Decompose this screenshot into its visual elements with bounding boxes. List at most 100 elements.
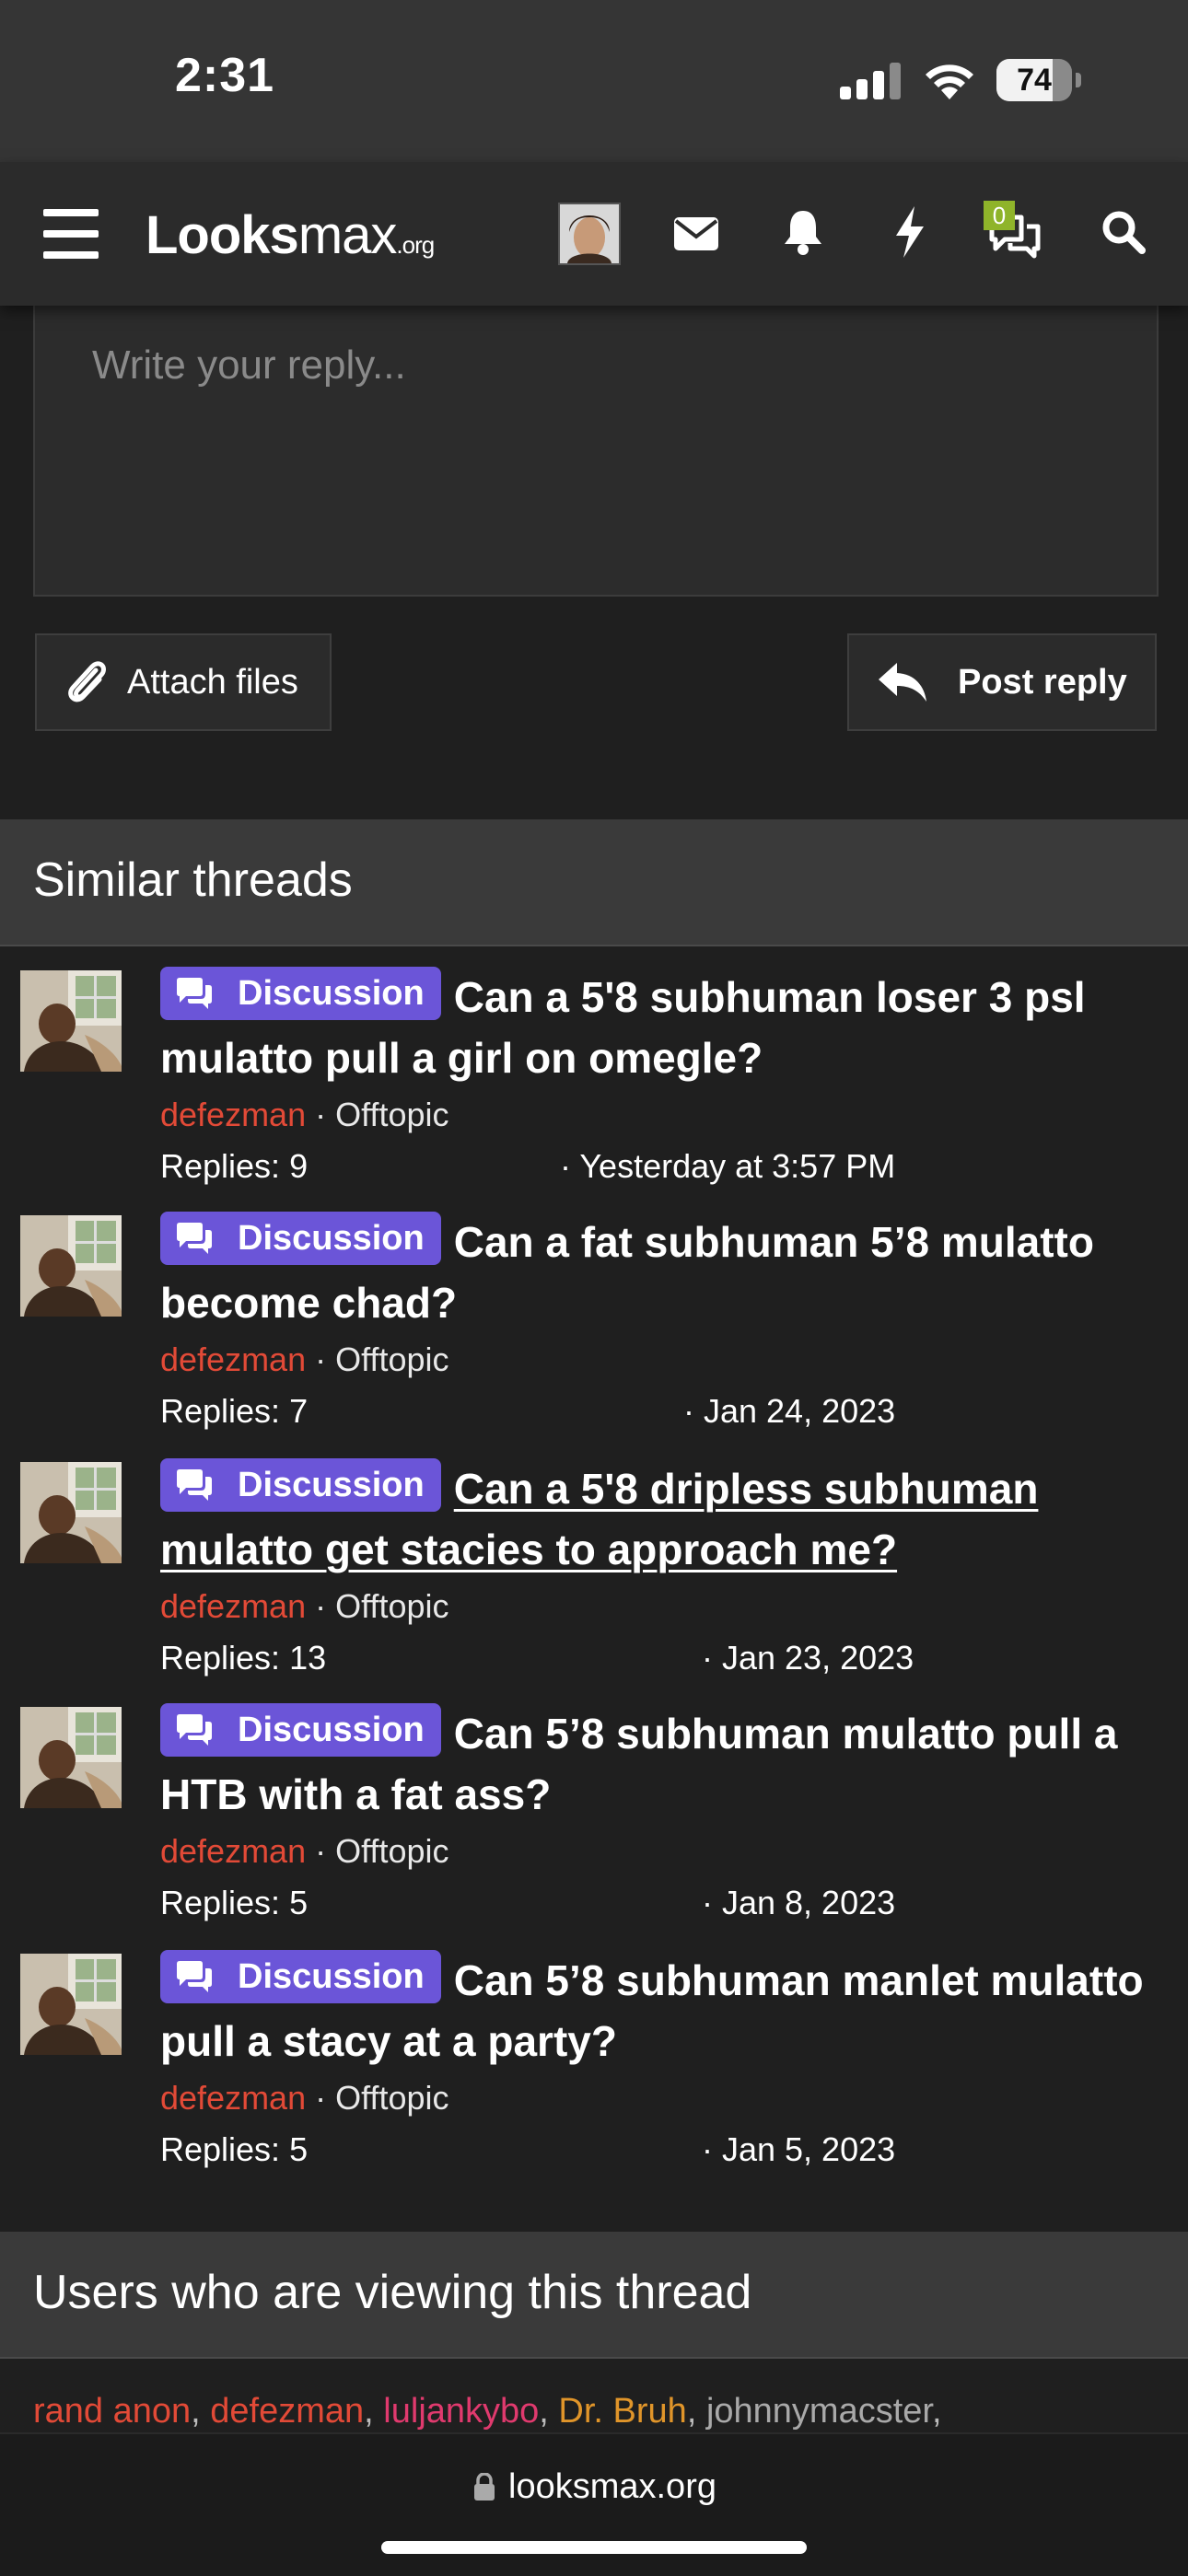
battery-icon: 74 bbox=[996, 59, 1081, 101]
bolt-icon bbox=[896, 206, 924, 258]
site-logo[interactable]: Looksmax.org bbox=[146, 204, 435, 266]
discussion-label: Discussion bbox=[238, 1466, 425, 1504]
discussion-label: Discussion bbox=[238, 974, 425, 1013]
discussion-badge[interactable]: Discussion bbox=[160, 1212, 441, 1265]
thread-item[interactable]: Discussion Can a 5'8 dripless subhuman mu… bbox=[0, 1449, 1188, 1694]
logo-tld: .org bbox=[396, 231, 435, 259]
logo-text-max: max bbox=[297, 205, 398, 265]
thread-replies: Replies: 9 bbox=[160, 1147, 309, 1185]
conversations-count-badge: 0 bbox=[984, 201, 1015, 230]
thread-meta: defezman · Offtopic bbox=[160, 2079, 449, 2117]
menu-icon bbox=[43, 209, 99, 259]
alerts-button[interactable] bbox=[775, 204, 831, 260]
search-button[interactable] bbox=[1096, 204, 1151, 260]
thread-date: · Jan 8, 2023 bbox=[702, 1884, 896, 1921]
discussion-badge[interactable]: Discussion bbox=[160, 967, 441, 1020]
discussion-badge[interactable]: Discussion bbox=[160, 1950, 441, 2003]
viewers-header: Users who are viewing this thread bbox=[0, 2232, 1188, 2359]
thread-meta: defezman · Offtopic bbox=[160, 1587, 449, 1625]
reply-arrow-icon bbox=[879, 663, 926, 702]
viewers-list: rand anon, defezman, luljankybo, Dr. Bru… bbox=[33, 2392, 942, 2431]
thread-date: · Jan 23, 2023 bbox=[702, 1639, 914, 1677]
viewer-link[interactable]: luljankybo bbox=[383, 2392, 539, 2431]
discussion-label: Discussion bbox=[238, 1957, 425, 1996]
nav-bar: Looksmax.org 0 bbox=[0, 162, 1188, 306]
thread-forum[interactable]: Offtopic bbox=[335, 1832, 448, 1870]
thread-replies: Replies: 13 bbox=[160, 1639, 327, 1677]
thread-title-block: Discussion Can 5’8 subhuman manlet mulatt… bbox=[160, 1950, 1164, 2071]
logo-text-looks: Looks bbox=[146, 205, 299, 265]
thread-author[interactable]: defezman bbox=[160, 1340, 306, 1378]
thread-title-block: Discussion Can a 5'8 dripless subhuman mu… bbox=[160, 1458, 1164, 1580]
thread-replies: Replies: 7 bbox=[160, 1392, 309, 1430]
discussion-icon bbox=[175, 1960, 227, 1993]
thread-item[interactable]: Discussion Can a fat subhuman 5’8 mulatto… bbox=[0, 1202, 1188, 1447]
reply-textarea[interactable]: Write your reply... bbox=[33, 306, 1159, 597]
thread-forum[interactable]: Offtopic bbox=[335, 2079, 448, 2117]
thread-replies: Replies: 5 bbox=[160, 1884, 309, 1921]
thread-replies: Replies: 5 bbox=[160, 2130, 309, 2168]
thread-meta: defezman · Offtopic bbox=[160, 1340, 449, 1378]
thread-date: · Yesterday at 3:57 PM bbox=[560, 1147, 896, 1185]
thread-forum[interactable]: Offtopic bbox=[335, 1340, 448, 1378]
attach-files-label: Attach files bbox=[127, 662, 298, 702]
lock-icon bbox=[474, 2473, 495, 2501]
home-indicator[interactable] bbox=[381, 2541, 807, 2554]
thread-forum[interactable]: Offtopic bbox=[335, 1587, 448, 1625]
discussion-icon bbox=[175, 1222, 227, 1255]
discussion-label: Discussion bbox=[238, 1711, 425, 1749]
thread-author-avatar[interactable] bbox=[20, 1462, 122, 1563]
thread-title-block: Discussion Can a 5'8 subhuman loser 3 psl… bbox=[160, 967, 1164, 1088]
avatar-face-image bbox=[560, 204, 619, 263]
mail-icon bbox=[674, 217, 718, 250]
thread-title-block: Discussion Can a fat subhuman 5’8 mulatto… bbox=[160, 1212, 1164, 1333]
battery-level: 74 bbox=[1017, 63, 1052, 98]
thread-author-avatar[interactable] bbox=[20, 1954, 122, 2055]
paperclip-icon bbox=[68, 661, 106, 702]
viewer-link[interactable]: defezman bbox=[210, 2392, 364, 2431]
status-time: 2:31 bbox=[175, 49, 275, 102]
browser-url-bar[interactable]: looksmax.org bbox=[0, 2432, 1188, 2576]
post-reply-button[interactable]: Post reply bbox=[847, 633, 1157, 731]
thread-author[interactable]: defezman bbox=[160, 1587, 306, 1625]
discussion-badge[interactable]: Discussion bbox=[160, 1458, 441, 1512]
thread-forum[interactable]: Offtopic bbox=[335, 1096, 448, 1133]
post-reply-label: Post reply bbox=[958, 662, 1127, 702]
bell-icon bbox=[785, 211, 821, 255]
search-icon bbox=[1102, 211, 1146, 254]
thread-item[interactable]: Discussion Can a 5'8 subhuman loser 3 psl… bbox=[0, 957, 1188, 1202]
thread-date: · Jan 5, 2023 bbox=[702, 2130, 896, 2168]
thread-author[interactable]: defezman bbox=[160, 1096, 306, 1133]
user-avatar[interactable] bbox=[558, 203, 621, 265]
discussion-icon bbox=[175, 977, 227, 1010]
signal-icon bbox=[840, 63, 901, 99]
thread-meta: defezman · Offtopic bbox=[160, 1832, 449, 1870]
discussion-label: Discussion bbox=[238, 1219, 425, 1258]
discussion-badge[interactable]: Discussion bbox=[160, 1703, 441, 1757]
similar-threads-header: Similar threads bbox=[0, 819, 1188, 946]
thread-author-avatar[interactable] bbox=[20, 1215, 122, 1317]
thread-item[interactable]: Discussion Can 5’8 subhuman manlet mulatt… bbox=[0, 1941, 1188, 2186]
thread-author-avatar[interactable] bbox=[20, 1707, 122, 1808]
whats-new-button[interactable] bbox=[882, 203, 938, 261]
url-text: looksmax.org bbox=[508, 2467, 716, 2506]
thread-date: · Jan 24, 2023 bbox=[683, 1392, 896, 1430]
discussion-icon bbox=[175, 1468, 227, 1502]
thread-author[interactable]: defezman bbox=[160, 1832, 306, 1870]
viewer-link[interactable]: johnnymacster bbox=[706, 2392, 932, 2431]
wifi-icon bbox=[926, 64, 973, 99]
thread-meta: defezman · Offtopic bbox=[160, 1096, 449, 1133]
viewers-title: Users who are viewing this thread bbox=[33, 2266, 752, 2319]
thread-title-block: Discussion Can 5’8 subhuman mulatto pull … bbox=[160, 1703, 1164, 1825]
thread-item[interactable]: Discussion Can 5’8 subhuman mulatto pull … bbox=[0, 1694, 1188, 1939]
status-bar: 2:31 74 bbox=[0, 0, 1188, 162]
discussion-icon bbox=[175, 1713, 227, 1746]
menu-button[interactable] bbox=[42, 206, 99, 261]
reply-placeholder: Write your reply... bbox=[92, 342, 406, 388]
attach-files-button[interactable]: Attach files bbox=[35, 633, 332, 731]
inbox-button[interactable] bbox=[669, 206, 724, 261]
viewer-link[interactable]: rand anon bbox=[33, 2392, 191, 2431]
thread-author-avatar[interactable] bbox=[20, 970, 122, 1072]
viewer-link[interactable]: Dr. Bruh bbox=[558, 2392, 686, 2431]
thread-author[interactable]: defezman bbox=[160, 2079, 306, 2117]
